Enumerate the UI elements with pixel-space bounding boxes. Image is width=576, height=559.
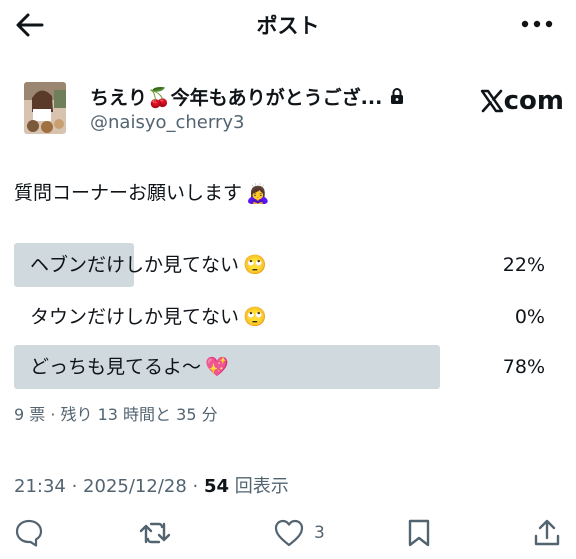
poll-option-2-text: タウンだけしか見てない	[30, 306, 240, 328]
poll-option-1-text: ヘブンだけしか見てない	[30, 254, 240, 276]
views-count: 54	[203, 476, 230, 497]
avatar-image	[24, 82, 66, 134]
reply-button[interactable]	[14, 518, 44, 548]
share-icon	[534, 519, 560, 546]
post-actions-bar: 3	[0, 512, 576, 554]
bookmark-button[interactable]	[407, 518, 431, 548]
post-text: 質問コーナーお願いします 🙇‍♀️	[14, 178, 270, 205]
poll-option-1-percent: 22%	[502, 254, 545, 276]
views-label: 回表示	[229, 476, 289, 497]
page-title: ポスト	[256, 14, 320, 38]
more-options-button[interactable]	[520, 12, 554, 36]
avatar[interactable]	[24, 82, 66, 134]
like-count: 3	[314, 523, 325, 543]
lock-icon	[391, 88, 404, 104]
bowing-person-emoji: 🙇‍♀️	[246, 183, 270, 205]
eye-roll-emoji: 🙄	[243, 306, 267, 328]
poll-option-3: どっちも見てるよ〜 💖 78%	[14, 345, 545, 389]
repost-icon	[139, 522, 171, 544]
share-button[interactable]	[533, 518, 561, 548]
poll-option-2-percent: 0%	[514, 306, 545, 328]
top-nav-bar: ポスト	[0, 0, 576, 50]
bookmark-icon	[408, 519, 430, 547]
reply-icon	[15, 519, 43, 547]
post-author: ちえり🍒今年もありがとうござ... @naisyo_cherry3 com	[24, 82, 564, 138]
poll-option-3-percent: 78%	[502, 356, 545, 378]
author-handle[interactable]: @naisyo_cherry3	[90, 112, 244, 133]
post-time-date[interactable]: 21:34 · 2025/12/28 ·	[14, 476, 204, 497]
poll-option-1-label: ヘブンだけしか見てない 🙄	[30, 243, 267, 287]
author-display-name[interactable]: ちえり🍒今年もありがとうござ...	[90, 83, 382, 110]
x-logo-icon	[480, 89, 503, 113]
like-button[interactable]: 3	[274, 518, 325, 548]
poll-option-2: タウンだけしか見てない 🙄 0%	[14, 295, 545, 339]
sparkling-heart-emoji: 💖	[205, 356, 229, 378]
eye-roll-emoji: 🙄	[243, 254, 267, 276]
poll-option-3-label: どっちも見てるよ〜 💖	[30, 345, 229, 389]
author-name-row[interactable]: ちえり🍒今年もありがとうござ...	[90, 82, 404, 110]
poll-option-3-text: どっちも見てるよ〜	[30, 356, 202, 378]
more-horizontal-icon	[521, 20, 553, 28]
poll-option-2-label: タウンだけしか見てない 🙄	[30, 295, 267, 339]
post-timestamp: 21:34 · 2025/12/28 · 54 回表示	[14, 472, 289, 498]
x-com-watermark: com	[480, 86, 564, 116]
poll-option-1: ヘブンだけしか見てない 🙄 22%	[14, 243, 545, 287]
heart-icon	[274, 519, 304, 547]
post-text-content: 質問コーナーお願いします	[14, 182, 243, 204]
poll-meta: 9 票 · 残り 13 時間と 35 分	[14, 405, 218, 424]
watermark-text: com	[503, 86, 564, 116]
repost-button[interactable]	[139, 518, 171, 548]
